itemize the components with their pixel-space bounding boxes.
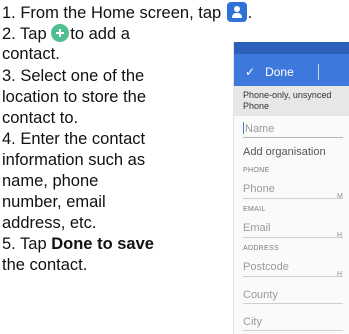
step-4-line-2: information such as [2, 151, 146, 169]
step-2-line-1: 2. Tap to add a [2, 24, 130, 43]
city-underline [243, 330, 343, 331]
phone-section-label: PHONE [243, 167, 270, 174]
county-underline [243, 303, 343, 304]
step-4-line-4: number, email [2, 193, 106, 211]
phone-screenshot: ✓ Done Phone-only, unsynced Phone Name A… [233, 42, 349, 334]
done-label: Done [265, 65, 294, 79]
contacts-app-icon [226, 2, 247, 22]
account-line-2: Phone [243, 101, 270, 111]
phone-underline [243, 198, 343, 199]
status-bar [234, 42, 349, 54]
done-button[interactable]: ✓ Done [245, 65, 294, 79]
postcode-underline [243, 276, 343, 277]
postcode-field[interactable]: Postcode [243, 257, 343, 275]
step-4-line-1: 4. Enter the contact [2, 130, 146, 148]
add-contact-icon [51, 24, 70, 42]
phone-field[interactable]: Phone [243, 179, 343, 197]
step-3-line-2: location to store the [2, 88, 147, 106]
step-3-line-1: 3. Select one of the [2, 67, 145, 85]
toolbar-divider [318, 64, 319, 80]
step-4-line-3: name, phone [2, 172, 99, 190]
name-underline [243, 137, 343, 138]
account-banner[interactable]: Phone-only, unsynced Phone [234, 86, 349, 116]
step-2-line-2: contact. [2, 45, 60, 63]
email-underline [243, 237, 343, 238]
check-icon: ✓ [245, 65, 256, 79]
email-field[interactable]: Email [243, 218, 343, 236]
step-1: 1. From the Home screen, tap . [2, 2, 253, 22]
step-4-line-5: address, etc. [2, 214, 97, 232]
email-section-label: EMAIL [243, 206, 266, 213]
step-3-line-3: contact to. [2, 109, 79, 127]
address-section-label: ADDRESS [243, 245, 279, 252]
county-field[interactable]: County [243, 285, 343, 303]
app-bar: ✓ Done [234, 42, 349, 86]
add-organisation-link[interactable]: Add organisation [243, 146, 326, 158]
text-caret [243, 122, 244, 134]
city-field[interactable]: City [243, 312, 343, 330]
step-5-line-1: 5. Tap Done to save [2, 235, 154, 253]
done-emphasis: Done to save [51, 235, 154, 253]
step-5-line-2: the contact. [2, 256, 88, 274]
account-line-1: Phone-only, unsynced [243, 90, 332, 100]
name-field[interactable]: Name [243, 119, 343, 137]
